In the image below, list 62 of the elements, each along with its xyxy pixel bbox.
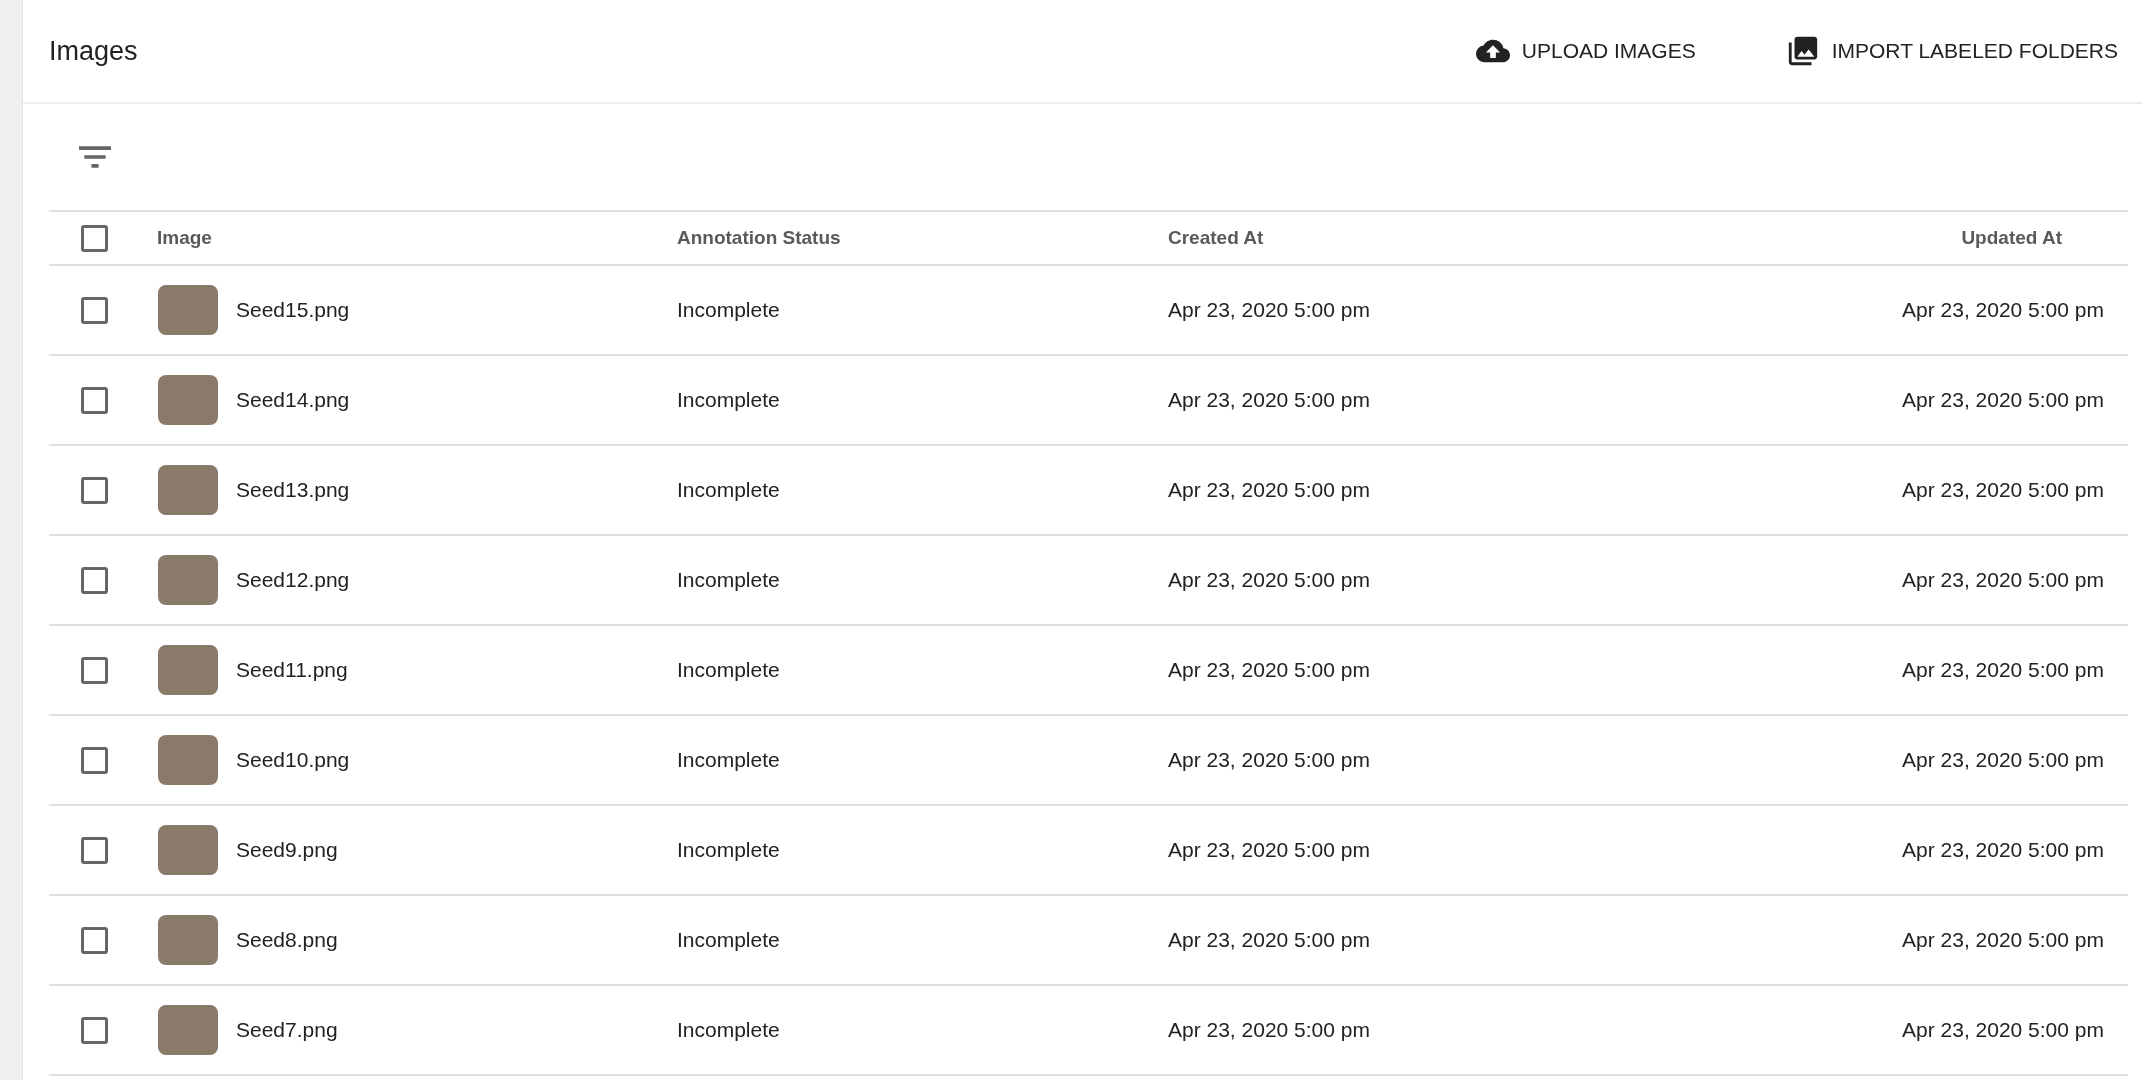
photo-placeholder	[158, 375, 218, 425]
file-name: Seed12.png	[236, 568, 350, 592]
photo-placeholder	[158, 1005, 218, 1055]
upload-button[interactable]: UPLOAD IMAGES	[1465, 26, 1706, 76]
table-cell-text: Apr 23, 2020 5:00 pm	[1901, 388, 2105, 412]
table-cell-text: Apr 23, 2020 5:00 pm	[1901, 568, 2105, 592]
table-cell-text: Apr 23, 2020 5:00 pm	[1167, 658, 1371, 682]
column-header[interactable]: Created At	[1152, 227, 1728, 249]
photo-placeholder	[158, 285, 218, 335]
table-cell-text: Apr 23, 2020 5:00 pm	[1901, 838, 2105, 862]
photo-placeholder	[158, 465, 218, 515]
row-checkbox[interactable]	[81, 926, 108, 954]
file-name: Seed7.png	[236, 1018, 338, 1042]
row-checkbox[interactable]	[81, 656, 108, 684]
table-cell-text: Apr 23, 2020 5:00 pm	[1167, 1018, 1371, 1042]
table-cell-text: Incomplete	[676, 1018, 781, 1042]
table-cell-text: Incomplete	[676, 388, 781, 412]
table-cell-text: Apr 23, 2020 5:00 pm	[1901, 748, 2105, 772]
table-cell-text: Incomplete	[676, 478, 781, 502]
photo-placeholder	[158, 825, 218, 875]
table-cell-text: Apr 23, 2020 5:00 pm	[1901, 1018, 2105, 1042]
table-cell-text: Incomplete	[676, 298, 781, 322]
file-name: Seed8.png	[236, 928, 338, 952]
table-cell-text: Incomplete	[676, 748, 781, 772]
row-checkbox[interactable]	[81, 836, 108, 864]
file-name: Seed9.png	[236, 838, 338, 862]
file-name: Seed14.png	[236, 388, 350, 412]
row-checkbox[interactable]	[81, 746, 108, 774]
file-name: Seed15.png	[236, 298, 350, 322]
photo-placeholder	[158, 915, 218, 965]
file-name: Seed10.png	[236, 748, 350, 772]
table-cell-text: Incomplete	[676, 928, 781, 952]
file-name: Seed13.png	[236, 478, 350, 502]
photo-placeholder	[158, 735, 218, 785]
row-checkbox[interactable]	[81, 386, 108, 414]
table-cell-text: Apr 23, 2020 5:00 pm	[1167, 478, 1371, 502]
table-cell-text: Apr 23, 2020 5:00 pm	[1167, 748, 1371, 772]
table-cell-text: Apr 23, 2020 5:00 pm	[1901, 658, 2105, 682]
table-cell-text: Apr 23, 2020 5:00 pm	[1167, 388, 1371, 412]
column-header[interactable]: Updated At	[1728, 227, 2128, 249]
column-header[interactable]: Annotation Status	[661, 227, 1152, 249]
select-all-checkbox[interactable]	[81, 224, 108, 252]
photo-placeholder	[158, 555, 218, 605]
table-cell-text: Incomplete	[676, 658, 781, 682]
page-title: Images	[49, 35, 139, 67]
table-cell-text: Apr 23, 2020 5:00 pm	[1901, 298, 2105, 322]
column-header[interactable]: Image	[141, 227, 661, 249]
file-name: Seed11.png	[236, 658, 348, 682]
table-cell-text: Apr 23, 2020 5:00 pm	[1167, 568, 1371, 592]
import-button[interactable]: IMPORT LABELED FOLDERS	[1775, 26, 2128, 76]
table-cell-text: Apr 23, 2020 5:00 pm	[1901, 478, 2105, 502]
table-cell-text: Apr 23, 2020 5:00 pm	[1167, 838, 1371, 862]
table-cell-text: Incomplete	[676, 838, 781, 862]
row-checkbox[interactable]	[81, 476, 108, 504]
row-checkbox[interactable]	[81, 1016, 108, 1044]
table-cell-text: Apr 23, 2020 5:00 pm	[1167, 928, 1371, 952]
table-cell-text: Apr 23, 2020 5:00 pm	[1167, 298, 1371, 322]
row-checkbox[interactable]	[81, 296, 108, 324]
photo-placeholder	[158, 645, 218, 695]
table-cell-text: Apr 23, 2020 5:00 pm	[1901, 928, 2105, 952]
row-checkbox[interactable]	[81, 566, 108, 594]
table-cell-text: Incomplete	[676, 568, 781, 592]
